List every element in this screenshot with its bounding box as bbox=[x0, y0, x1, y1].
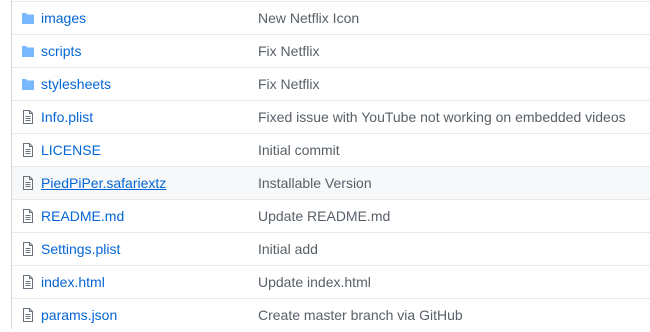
commit-message-link[interactable]: Update README.md bbox=[258, 200, 390, 233]
file-icon bbox=[21, 175, 35, 191]
file-icon bbox=[21, 208, 35, 224]
file-name-link[interactable]: README.md bbox=[41, 200, 124, 233]
commit-message-link[interactable]: Fix Netflix bbox=[258, 68, 319, 101]
file-name-link[interactable]: Settings.plist bbox=[41, 233, 120, 266]
file-row[interactable]: scripts Fix Netflix bbox=[12, 34, 650, 67]
commit-message-link[interactable]: Fixed issue with YouTube not working on … bbox=[258, 101, 626, 134]
commit-message-link[interactable]: Installable Version bbox=[258, 167, 372, 200]
file-row[interactable]: stylesheets Fix Netflix bbox=[12, 67, 650, 100]
file-name-link[interactable]: stylesheets bbox=[41, 68, 111, 101]
file-row[interactable]: params.json Create master branch via Git… bbox=[12, 298, 650, 331]
file-list: images New Netflix Icon scripts Fix Netf… bbox=[11, 0, 650, 329]
commit-message-link[interactable]: Update index.html bbox=[258, 266, 371, 299]
file-icon bbox=[21, 142, 35, 158]
commit-message-link[interactable]: Fix Netflix bbox=[258, 35, 319, 68]
file-row[interactable]: README.md Update README.md bbox=[12, 199, 650, 232]
file-row[interactable]: Settings.plist Initial add bbox=[12, 232, 650, 265]
file-name-link[interactable]: PiedPiPer.safariextz bbox=[41, 167, 166, 200]
file-row[interactable]: Info.plist Fixed issue with YouTube not … bbox=[12, 100, 650, 133]
folder-icon bbox=[21, 76, 35, 92]
file-name-link[interactable]: images bbox=[41, 2, 86, 35]
file-name-link[interactable]: params.json bbox=[41, 299, 117, 332]
file-row[interactable]: images New Netflix Icon bbox=[12, 1, 650, 34]
file-icon bbox=[21, 109, 35, 125]
folder-icon bbox=[21, 43, 35, 59]
file-icon bbox=[21, 274, 35, 290]
file-name-link[interactable]: Info.plist bbox=[41, 101, 93, 134]
commit-message-link[interactable]: Create master branch via GitHub bbox=[258, 299, 463, 332]
commit-message-link[interactable]: New Netflix Icon bbox=[258, 2, 359, 35]
file-name-link[interactable]: index.html bbox=[41, 266, 105, 299]
file-row[interactable]: index.html Update index.html bbox=[12, 265, 650, 298]
file-name-link[interactable]: scripts bbox=[41, 35, 81, 68]
file-row[interactable]: LICENSE Initial commit bbox=[12, 133, 650, 166]
file-icon bbox=[21, 307, 35, 323]
commit-message-link[interactable]: Initial commit bbox=[258, 134, 340, 167]
file-row[interactable]: PiedPiPer.safariextz Installable Version bbox=[12, 166, 650, 199]
commit-message-link[interactable]: Initial add bbox=[258, 233, 318, 266]
file-name-link[interactable]: LICENSE bbox=[41, 134, 101, 167]
file-icon bbox=[21, 241, 35, 257]
folder-icon bbox=[21, 10, 35, 26]
